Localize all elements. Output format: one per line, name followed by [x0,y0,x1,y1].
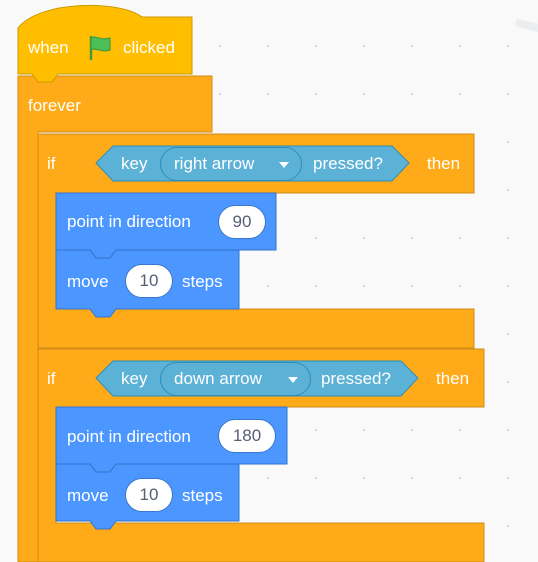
pressed-label-2: pressed? [321,369,391,388]
when-label: when [28,38,69,57]
key-dropdown-1[interactable]: right arrow [160,147,302,181]
move-label-1: move [67,272,109,291]
forever-label: forever [28,96,81,115]
chevron-down-icon [288,377,298,383]
key-dropdown-value-2: down arrow [174,369,262,388]
point-in-direction-label-2: point in direction [67,427,191,446]
clicked-label: clicked [123,38,175,57]
green-flag-icon [89,35,111,61]
if-label-1: if [47,154,56,173]
steps-label-2: steps [182,486,223,505]
code-area: when clicked forever if key right arrow … [0,0,538,562]
key-label-1: key [121,154,148,173]
then-label-2: then [436,369,470,388]
key-dropdown-2[interactable]: down arrow [160,362,311,396]
direction-input-2[interactable]: 180 [218,419,276,453]
chevron-down-icon [279,162,289,168]
point-in-direction-label-1: point in direction [67,212,191,231]
key-label-2: key [121,369,148,388]
key-dropdown-value-1: right arrow [174,154,255,173]
steps-input-2[interactable]: 10 [125,478,173,512]
direction-input-1[interactable]: 90 [218,205,266,239]
move-label-2: move [67,486,109,505]
then-label-1: then [427,154,461,173]
if-label-2: if [47,369,56,388]
pressed-label-1: pressed? [313,154,383,173]
steps-input-1[interactable]: 10 [125,264,173,298]
steps-label-1: steps [182,272,223,291]
